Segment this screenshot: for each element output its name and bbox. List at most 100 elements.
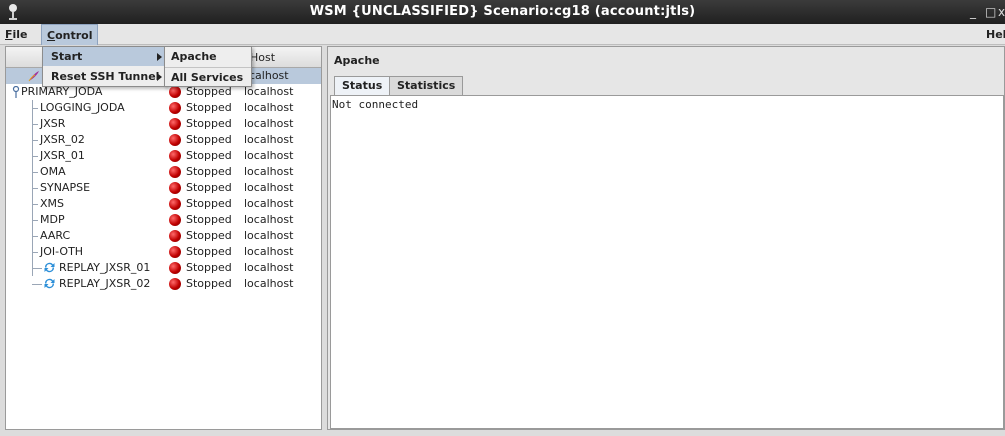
host-cell: calhost (249, 69, 289, 82)
refresh-icon (44, 278, 55, 289)
tree-row[interactable]: XMS Stopped localhost (6, 196, 321, 212)
tree-connector (32, 252, 38, 253)
stopped-status-icon (169, 262, 181, 274)
menu-item-label: Start (51, 50, 83, 63)
tree-node-label: SYNAPSE (40, 181, 91, 194)
host-cell: localhost (244, 261, 294, 274)
submenu-arrow-icon (157, 53, 162, 61)
menu-item-reset-ssh-tunnel[interactable]: Reset SSH Tunnel (43, 67, 165, 86)
help-menu[interactable]: Hel (981, 24, 1005, 45)
status-cell: Stopped (186, 229, 232, 242)
stopped-status-icon (169, 246, 181, 258)
start-submenu: Apache All Services (164, 46, 252, 87)
tree-connector (32, 156, 38, 157)
control-menu-mnemonic: C (47, 29, 56, 42)
menu-bar: File Control Hel (0, 24, 1005, 45)
tree-row[interactable]: REPLAY_JXSR_01 Stopped localhost (6, 260, 321, 276)
tree-row[interactable]: REPLAY_JXSR_02 Stopped localhost (6, 276, 321, 292)
status-cell: Stopped (186, 117, 232, 130)
tree-node-label: XMS (40, 197, 65, 210)
host-cell: localhost (244, 149, 294, 162)
file-menu[interactable]: File (0, 24, 33, 45)
tree-node-label: JXSR_02 (40, 133, 85, 146)
tab-statistics[interactable]: Statistics (389, 76, 464, 95)
detail-panel-title: Apache (334, 54, 380, 67)
tree-connector (32, 108, 38, 109)
tree-connector (32, 284, 42, 285)
stopped-status-icon (169, 150, 181, 162)
tree-row[interactable]: JXSR Stopped localhost (6, 116, 321, 132)
control-menu[interactable]: Control (41, 24, 99, 45)
control-dropdown-menu: Start Reset SSH Tunnel (42, 46, 166, 87)
tree-node-icon (12, 86, 20, 98)
status-cell: Stopped (186, 149, 232, 162)
file-menu-mnemonic: F (5, 28, 13, 41)
status-cell: Stopped (186, 133, 232, 146)
status-content-area: Not connected (330, 95, 1004, 429)
host-cell: localhost (244, 133, 294, 146)
service-tree-table: Host calhost PRIMARY_JODA Stopped localh… (5, 46, 322, 430)
tree-row[interactable]: MDP Stopped localhost (6, 212, 321, 228)
tree-node-label: JXSR (40, 117, 66, 130)
stopped-status-icon (169, 214, 181, 226)
connection-status-message: Not connected (332, 98, 419, 111)
status-cell: Stopped (186, 197, 232, 210)
host-cell: localhost (244, 117, 294, 130)
status-cell: Stopped (186, 277, 232, 290)
tree-connector (32, 172, 38, 173)
submenu-item-apache[interactable]: Apache (165, 47, 251, 66)
file-menu-label: ile (12, 28, 28, 41)
submenu-item-all-services[interactable]: All Services (165, 67, 251, 86)
maximize-button[interactable]: □ (985, 5, 996, 19)
status-cell: Stopped (186, 165, 232, 178)
status-cell: Stopped (186, 213, 232, 226)
tree-node-label: AARC (40, 229, 71, 242)
tree-row[interactable]: SYNAPSE Stopped localhost (6, 180, 321, 196)
host-cell: localhost (244, 277, 294, 290)
status-cell: Stopped (186, 101, 232, 114)
tree-row[interactable]: LOGGING_JODA Stopped localhost (6, 100, 321, 116)
tree-row[interactable]: JXSR_02 Stopped localhost (6, 132, 321, 148)
host-cell: localhost (244, 165, 294, 178)
host-column-header[interactable]: Host (250, 51, 275, 64)
stopped-status-icon (169, 278, 181, 290)
tree-row[interactable]: JOI-OTH Stopped localhost (6, 244, 321, 260)
host-cell: localhost (244, 197, 294, 210)
feather-icon (28, 71, 39, 82)
submenu-arrow-icon (157, 73, 162, 81)
stopped-status-icon (169, 118, 181, 130)
stopped-status-icon (169, 102, 181, 114)
tree-node-label: OMA (40, 165, 66, 178)
tree-row[interactable]: AARC Stopped localhost (6, 228, 321, 244)
detail-panel: Apache Status Statistics Not connected (327, 46, 1005, 430)
refresh-icon (44, 262, 55, 273)
tree-node-label: REPLAY_JXSR_01 (59, 261, 151, 274)
tab-status[interactable]: Status (334, 76, 391, 96)
status-cell: Stopped (186, 245, 232, 258)
tree-row[interactable]: JXSR_01 Stopped localhost (6, 148, 321, 164)
host-cell: localhost (244, 229, 294, 242)
minimize-button[interactable]: _ (970, 5, 976, 19)
host-cell: localhost (244, 101, 294, 114)
tree-node-label: REPLAY_JXSR_02 (59, 277, 151, 290)
tree-node-label: JOI-OTH (40, 245, 84, 258)
stopped-status-icon (169, 166, 181, 178)
title-bar: WSM {UNCLASSIFIED} Scenario:cg18 (accoun… (0, 0, 1005, 24)
tree-row[interactable]: OMA Stopped localhost (6, 164, 321, 180)
host-cell: localhost (244, 213, 294, 226)
host-cell: localhost (244, 245, 294, 258)
window-title: WSM {UNCLASSIFIED} Scenario:cg18 (accoun… (309, 4, 696, 19)
menu-item-label: Reset SSH Tunnel (51, 70, 160, 83)
stopped-status-icon (169, 230, 181, 242)
tree-node-label: LOGGING_JODA (40, 101, 125, 114)
tree-node-label: MDP (40, 213, 65, 226)
status-cell: Stopped (186, 261, 232, 274)
close-button[interactable]: x (998, 5, 1005, 19)
tree-connector (32, 188, 38, 189)
menu-item-start[interactable]: Start (43, 47, 165, 66)
stopped-status-icon (169, 182, 181, 194)
tree-connector (32, 140, 38, 141)
stopped-status-icon (169, 86, 181, 98)
tree-connector (32, 204, 38, 205)
tree-connector (32, 236, 38, 237)
